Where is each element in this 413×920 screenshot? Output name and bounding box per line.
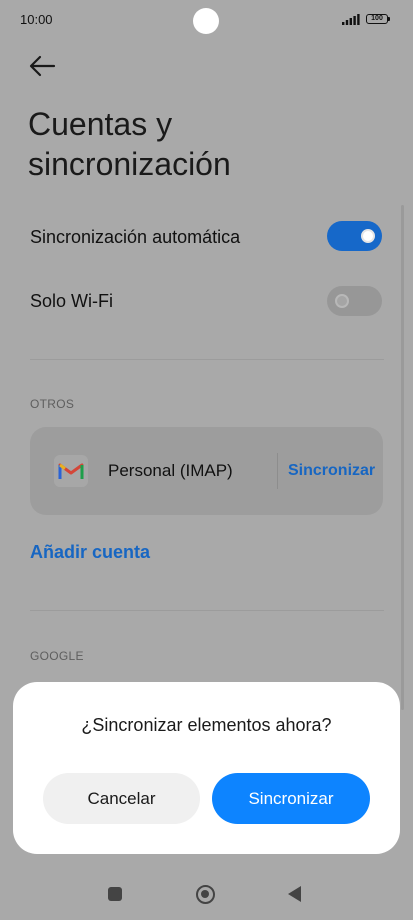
section-header-google: GOOGLE <box>30 649 84 663</box>
auto-sync-toggle[interactable] <box>327 221 382 251</box>
status-time: 10:00 <box>20 12 53 27</box>
wifi-only-label: Solo Wi-Fi <box>30 291 114 311</box>
sync-dialog: ¿Sincronizar elementos ahora? Cancelar S… <box>13 682 400 854</box>
dialog-title: ¿Sincronizar elementos ahora? <box>81 715 332 735</box>
camera-cutout <box>193 8 219 34</box>
account-card[interactable]: Personal (IMAP) Sincronizar <box>30 427 383 515</box>
page-title: Cuentas y sincronización <box>28 106 231 182</box>
navigation-bar <box>0 868 413 920</box>
scrollbar[interactable] <box>401 205 404 710</box>
cancel-button[interactable]: Cancelar <box>43 773 200 824</box>
sync-account-link[interactable]: Sincronizar <box>288 462 375 480</box>
card-divider <box>277 453 278 489</box>
recents-square-icon[interactable] <box>108 887 122 901</box>
divider <box>30 359 384 360</box>
back-arrow-icon[interactable] <box>26 52 58 80</box>
auto-sync-label: Sincronización automática <box>30 227 241 247</box>
toggle-knob <box>361 229 375 243</box>
back-triangle-icon[interactable] <box>288 886 301 902</box>
status-bar: 10:00 100 <box>0 0 413 40</box>
section-header-others: OTROS <box>30 397 75 411</box>
home-circle-icon[interactable] <box>196 885 215 904</box>
toggle-knob <box>335 294 349 308</box>
settings-screen: 10:00 100 Cuentas y sincronización Sincr… <box>0 0 413 920</box>
wifi-only-toggle[interactable] <box>327 286 382 316</box>
battery-icon: 100 <box>366 14 390 24</box>
signal-icon <box>342 14 360 25</box>
divider <box>30 610 384 611</box>
account-name: Personal (IMAP) <box>108 461 233 480</box>
add-account-link[interactable]: Añadir cuenta <box>30 542 150 563</box>
confirm-sync-button[interactable]: Sincronizar <box>212 773 370 824</box>
gmail-icon <box>54 455 88 487</box>
